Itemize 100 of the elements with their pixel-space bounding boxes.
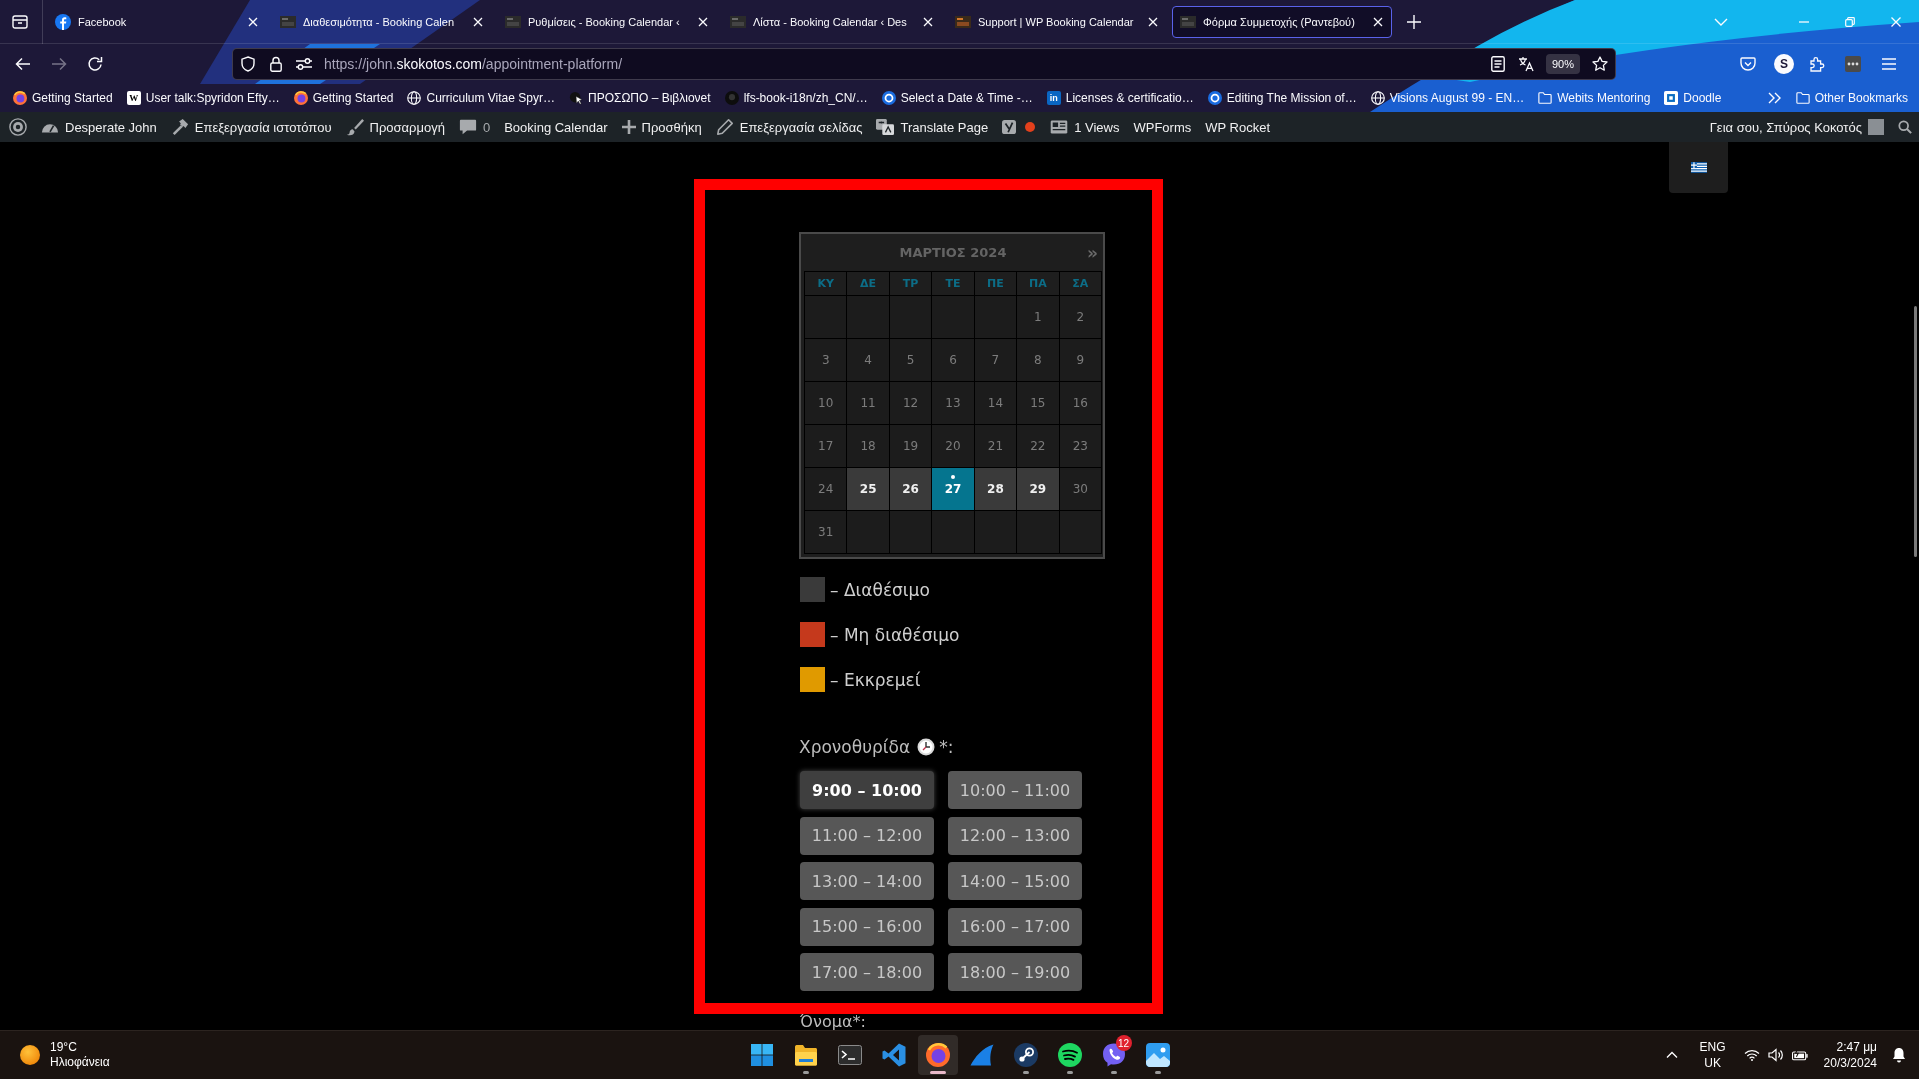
admin-bar-item[interactable]: Προσθήκη: [614, 112, 709, 142]
calendar-day[interactable]: 27: [932, 468, 974, 510]
admin-bar-item[interactable]: Translate Page: [869, 112, 996, 142]
time-slot-button[interactable]: 17:00 – 18:00: [800, 953, 934, 991]
admin-bar-item[interactable]: Booking Calendar: [497, 112, 615, 142]
calendar-day[interactable]: 10: [805, 382, 847, 424]
translate-icon[interactable]: [1517, 56, 1534, 72]
bookmark-item[interactable]: Webits Mentoring: [1533, 88, 1656, 108]
calendar-day[interactable]: 9: [1059, 339, 1101, 381]
bookmark-item[interactable]: W User talk:Spyridon Efty…: [121, 88, 285, 108]
account-menu[interactable]: Γεια σου, Σπύρος Κοκοτός: [1702, 112, 1891, 142]
address-field[interactable]: https://john.skokotos.com/appointment-platform/ 90%: [232, 48, 1616, 80]
calendar-day[interactable]: 2: [1059, 296, 1101, 338]
time-slot-button[interactable]: 12:00 – 13:00: [948, 816, 1082, 855]
square-logo-icon: [1664, 91, 1679, 105]
bookmark-item[interactable]: Visions August 99 - EN…: [1365, 88, 1530, 108]
admin-bar-item[interactable]: Desperate John: [34, 112, 164, 142]
calendar-day[interactable]: 21: [974, 425, 1017, 467]
calendar-day[interactable]: 11: [847, 382, 889, 424]
weekday-header: ΚΥ: [805, 272, 847, 295]
scrollbar-thumb[interactable]: [1914, 306, 1917, 557]
browser-tab[interactable]: Διαθεσιμότητα - Booking Calen: [272, 5, 492, 38]
calendar-day[interactable]: 4: [847, 339, 889, 381]
close-icon: [698, 16, 708, 27]
time-slot-button[interactable]: 15:00 – 16:00: [800, 907, 934, 946]
time-slot-button[interactable]: 10:00 – 11:00: [948, 771, 1082, 809]
bookmark-item[interactable]: Getting Started: [288, 88, 399, 108]
calendar-day[interactable]: 7: [974, 339, 1017, 381]
calendar-day[interactable]: 22: [1017, 425, 1059, 467]
admin-bar-item[interactable]: Επεξεργασία ιστοτόπου: [163, 112, 339, 142]
time-slot-button[interactable]: 9:00 – 10:00: [800, 771, 934, 809]
browser-tab[interactable]: Λίστα - Booking Calendar ‹ Des: [722, 5, 942, 38]
bookmark-item[interactable]: lfs-book-i18n/zh_CN/…: [719, 88, 873, 108]
calendar-day[interactable]: 16: [1059, 382, 1101, 424]
bookmark-item[interactable]: Curriculum Vitae Spyr…: [402, 88, 560, 108]
star-icon[interactable]: [1592, 56, 1608, 72]
bookmark-item[interactable]: Editing The Mission of…: [1202, 88, 1362, 108]
admin-bar-item[interactable]: Επεξεργασία σελίδας: [708, 112, 870, 142]
calendar-day[interactable]: 3: [805, 339, 847, 381]
bookmark-item[interactable]: Select a Date & Time -…: [876, 88, 1038, 108]
plugin-logo-icon: [1002, 120, 1017, 134]
close-icon: [1891, 16, 1901, 27]
taskbar-app-button[interactable]: [917, 1035, 958, 1075]
admin-bar-item[interactable]: 1 Views: [1043, 112, 1127, 142]
calendar-day[interactable]: 18: [847, 425, 889, 467]
admin-bar-item[interactable]: WP Rocket: [1198, 112, 1277, 142]
admin-bar-item[interactable]: 0: [451, 112, 498, 142]
calendar-day[interactable]: 29: [1017, 468, 1059, 510]
calendar-day[interactable]: 5: [889, 339, 932, 381]
bookmark-item[interactable]: in Licenses & certificatio…: [1041, 88, 1199, 108]
plus-icon: [621, 120, 636, 134]
ring-logo-icon: [1207, 91, 1222, 105]
calendar-day[interactable]: 19: [889, 425, 932, 467]
calendar-day[interactable]: 15: [1017, 382, 1059, 424]
calendar-day[interactable]: 13: [932, 382, 974, 424]
time-slot-button[interactable]: 18:00 – 19:00: [948, 953, 1082, 991]
calendar-day[interactable]: 12: [889, 382, 932, 424]
browser-tab[interactable]: Φόρμα Συμμετοχής (Ραντεβού): [1172, 5, 1392, 38]
clock-button[interactable]: 2:47 μμ 20/3/2024: [1819, 1039, 1881, 1071]
calendar-day[interactable]: 24: [805, 468, 847, 510]
calendar-day[interactable]: 28: [974, 468, 1017, 510]
time-slot-button[interactable]: 16:00 – 17:00: [948, 907, 1082, 946]
time-slot-button[interactable]: 14:00 – 15:00: [948, 862, 1082, 900]
reader-view-icon[interactable]: [1489, 56, 1506, 72]
calendar-day[interactable]: 6: [932, 339, 974, 381]
calendar-day[interactable]: 20: [932, 425, 974, 467]
bookmark-item[interactable]: Getting Started: [8, 88, 118, 108]
time-slot-button[interactable]: 11:00 – 12:00: [800, 816, 934, 855]
calendar-day[interactable]: 23: [1059, 425, 1101, 467]
weather-widget[interactable]: 19°C Ηλιοφάνεια: [20, 1040, 110, 1070]
speaker-icon: [1767, 1047, 1784, 1063]
admin-bar-item[interactable]: Προσαρμογή: [338, 112, 452, 142]
calendar-day[interactable]: 26: [889, 468, 932, 510]
calendar-day[interactable]: 14: [974, 382, 1017, 424]
shield-icon: [240, 56, 256, 72]
browser-tab[interactable]: Support | WP Booking Calendar: [947, 5, 1167, 38]
zoom-level-button[interactable]: 90%: [1545, 54, 1580, 74]
calendar-day[interactable]: 31: [805, 511, 847, 553]
time-slot-button[interactable]: 13:00 – 14:00: [800, 862, 934, 900]
browser-logo-icon: [925, 1043, 950, 1067]
browser-tab[interactable]: Ρυθμίσεις - Booking Calendar ‹: [497, 5, 717, 38]
calendar-day[interactable]: 30: [1059, 468, 1101, 510]
taskbar-app-button[interactable]: 12: [1093, 1035, 1134, 1075]
close-icon: [923, 16, 933, 27]
url-text[interactable]: https://john.skokotos.com/appointment-platform/: [324, 56, 623, 72]
calendar-day[interactable]: 25: [847, 468, 889, 510]
language-button[interactable]: [1669, 142, 1728, 193]
weekday-header: ΤΡ: [889, 272, 932, 295]
next-month-button[interactable]: »: [1083, 242, 1102, 263]
dark-circle-icon: [724, 91, 739, 105]
bookmark-folder[interactable]: Other Bookmarks: [1790, 88, 1913, 108]
bookmark-item[interactable]: ΠΡΟΣΩΠΟ – Βιβλιονet: [563, 88, 716, 108]
admin-bar-item[interactable]: WPForms: [1126, 112, 1199, 142]
notification-badge: 12: [1115, 1035, 1132, 1051]
calendar-day[interactable]: 17: [805, 425, 847, 467]
bookmark-item[interactable]: Doodle: [1659, 88, 1727, 108]
language-indicator[interactable]: ENG UK: [1695, 1039, 1730, 1071]
calendar-day[interactable]: 8: [1017, 339, 1059, 381]
calendar-day[interactable]: 1: [1017, 296, 1059, 338]
browser-tab[interactable]: Facebook: [47, 5, 267, 38]
